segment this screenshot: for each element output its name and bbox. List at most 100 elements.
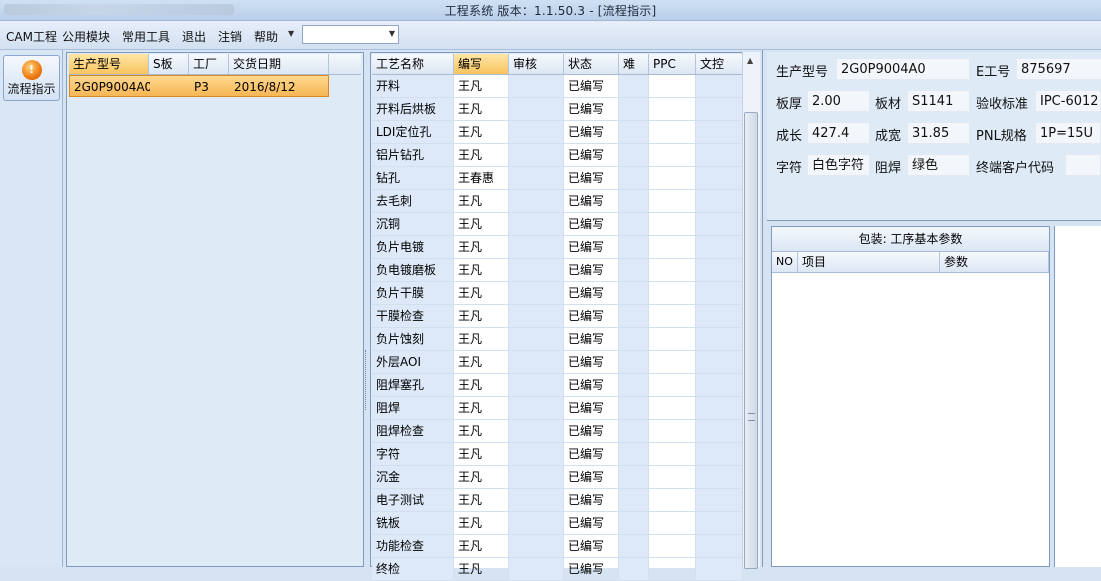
table-row[interactable]: 沉金 王凡 已编写 bbox=[372, 466, 743, 489]
table-row[interactable]: 终检 王凡 已编写 bbox=[372, 558, 743, 581]
scroll-up-icon[interactable]: ▲ bbox=[747, 56, 753, 65]
label-width: 成宽 bbox=[875, 129, 902, 144]
table-row[interactable]: 负电镀磨板 王凡 已编写 bbox=[372, 259, 743, 282]
chevron-down-icon[interactable]: ▼ bbox=[389, 29, 395, 38]
col-doc-control[interactable]: 文控 bbox=[696, 54, 743, 74]
table-row[interactable]: LDI定位孔 王凡 已编写 bbox=[372, 121, 743, 144]
process-scrollbar[interactable]: ▲ bbox=[742, 52, 760, 569]
field-length[interactable]: 427.4 bbox=[807, 122, 870, 144]
field-character[interactable]: 白色字符 bbox=[807, 154, 870, 176]
table-row[interactable]: 阻焊检查 王凡 已编写 bbox=[372, 420, 743, 443]
cell-doc-control bbox=[696, 328, 743, 350]
table-row[interactable]: 电子测试 王凡 已编写 bbox=[372, 489, 743, 512]
table-row[interactable]: 开料后烘板 王凡 已编写 bbox=[372, 98, 743, 121]
table-row[interactable]: 功能检查 王凡 已编写 bbox=[372, 535, 743, 558]
cell-doc-control bbox=[696, 213, 743, 235]
cell-status: 已编写 bbox=[564, 328, 619, 350]
cell-ppc bbox=[649, 167, 696, 189]
field-standard[interactable]: IPC-6012 bbox=[1035, 90, 1101, 112]
col-status[interactable]: 状态 bbox=[564, 54, 619, 74]
field-thickness[interactable]: 2.00 bbox=[807, 90, 870, 112]
orders-panel: 生产型号 S板 工厂 交货日期 2G0P9004A0 P3 2016/8/12 bbox=[66, 52, 364, 567]
toolbar-combo[interactable]: ▼ bbox=[302, 25, 399, 44]
flow-indicator-button[interactable]: ! 流程指示 bbox=[3, 55, 60, 101]
label-solder-mask: 阻焊 bbox=[875, 161, 902, 176]
cell-reviewer bbox=[509, 144, 564, 166]
table-row[interactable]: 开料 王凡 已编写 bbox=[372, 75, 743, 98]
cell-process-name: 阻焊塞孔 bbox=[372, 374, 454, 396]
field-customer-code[interactable] bbox=[1065, 154, 1101, 176]
table-row[interactable]: 沉铜 王凡 已编写 bbox=[372, 213, 743, 236]
col-delivery-date[interactable]: 交货日期 bbox=[229, 54, 329, 74]
cell-doc-control bbox=[696, 190, 743, 212]
cell-process-name: 钻孔 bbox=[372, 167, 454, 189]
cell-reviewer bbox=[509, 374, 564, 396]
menu-help[interactable]: 帮助 bbox=[254, 28, 278, 45]
menu-cam[interactable]: CAM工程 bbox=[6, 28, 57, 45]
cell-status: 已编写 bbox=[564, 144, 619, 166]
table-row[interactable]: 铣板 王凡 已编写 bbox=[372, 512, 743, 535]
info-panel: 生产型号 2G0P9004A0 E工号 875697 板厚 2.00 板材 S1… bbox=[767, 52, 1101, 220]
cell-status: 已编写 bbox=[564, 190, 619, 212]
field-material[interactable]: S1141 bbox=[907, 90, 970, 112]
menu-common-modules[interactable]: 公用模块 bbox=[62, 28, 110, 45]
cell-process-name: 外层AOI bbox=[372, 351, 454, 373]
table-row[interactable]: 阻焊 王凡 已编写 bbox=[372, 397, 743, 420]
flow-indicator-label: 流程指示 bbox=[7, 82, 56, 96]
field-solder-mask[interactable]: 绿色 bbox=[907, 154, 970, 176]
col-model[interactable]: 生产型号 bbox=[69, 54, 149, 74]
col-item[interactable]: 项目 bbox=[798, 252, 940, 272]
menu-tools[interactable]: 常用工具 bbox=[122, 28, 170, 45]
splitter-grip[interactable] bbox=[365, 350, 369, 410]
cell-status: 已编写 bbox=[564, 535, 619, 557]
cell-doc-control bbox=[696, 558, 743, 580]
table-row[interactable]: 铝片钻孔 王凡 已编写 bbox=[372, 144, 743, 167]
cell-ppc bbox=[649, 420, 696, 442]
col-ppc[interactable]: PPC bbox=[649, 54, 696, 74]
help-dropdown-icon[interactable]: ▼ bbox=[288, 29, 294, 38]
col-param[interactable]: 参数 bbox=[940, 252, 1049, 272]
cell-status: 已编写 bbox=[564, 443, 619, 465]
order-s-board bbox=[150, 76, 190, 98]
table-row[interactable]: 负片蚀刻 王凡 已编写 bbox=[372, 328, 743, 351]
field-width[interactable]: 31.85 bbox=[907, 122, 970, 144]
cell-status: 已编写 bbox=[564, 374, 619, 396]
field-pnl[interactable]: 1P=15U bbox=[1035, 122, 1101, 144]
table-row[interactable]: 阻焊塞孔 王凡 已编写 bbox=[372, 374, 743, 397]
cell-author: 王凡 bbox=[454, 98, 509, 120]
table-row[interactable]: 字符 王凡 已编写 bbox=[372, 443, 743, 466]
cell-difficulty bbox=[619, 259, 649, 281]
order-row[interactable]: 2G0P9004A0 P3 2016/8/12 bbox=[69, 75, 329, 97]
cell-difficulty bbox=[619, 420, 649, 442]
table-row[interactable]: 外层AOI 王凡 已编写 bbox=[372, 351, 743, 374]
cell-process-name: 铣板 bbox=[372, 512, 454, 534]
cell-author: 王凡 bbox=[454, 328, 509, 350]
cell-difficulty bbox=[619, 466, 649, 488]
field-model[interactable]: 2G0P9004A0 bbox=[836, 58, 970, 80]
col-no[interactable]: NO bbox=[772, 252, 798, 272]
cell-ppc bbox=[649, 351, 696, 373]
table-row[interactable]: 干膜检查 王凡 已编写 bbox=[372, 305, 743, 328]
cell-process-name: 开料后烘板 bbox=[372, 98, 454, 120]
scroll-thumb[interactable] bbox=[744, 112, 758, 569]
table-row[interactable]: 负片电镀 王凡 已编写 bbox=[372, 236, 743, 259]
cell-doc-control bbox=[696, 167, 743, 189]
field-e-number[interactable]: 875697 bbox=[1016, 58, 1101, 80]
menu-logout[interactable]: 注销 bbox=[218, 28, 242, 45]
col-process-name[interactable]: 工艺名称 bbox=[372, 54, 454, 74]
col-difficulty[interactable]: 难 bbox=[619, 54, 649, 74]
col-s-board[interactable]: S板 bbox=[149, 54, 189, 74]
cell-reviewer bbox=[509, 420, 564, 442]
cell-reviewer bbox=[509, 190, 564, 212]
table-row[interactable]: 负片干膜 王凡 已编写 bbox=[372, 282, 743, 305]
col-author[interactable]: 编写 bbox=[454, 54, 509, 74]
packing-title: 包装: 工序基本参数 bbox=[772, 227, 1049, 252]
menu-exit[interactable]: 退出 bbox=[182, 28, 206, 45]
cell-doc-control bbox=[696, 282, 743, 304]
table-row[interactable]: 钻孔 王春惠 已编写 bbox=[372, 167, 743, 190]
table-row[interactable]: 去毛刺 王凡 已编写 bbox=[372, 190, 743, 213]
cell-doc-control bbox=[696, 144, 743, 166]
cell-doc-control bbox=[696, 75, 743, 97]
col-review[interactable]: 审核 bbox=[509, 54, 564, 74]
col-factory[interactable]: 工厂 bbox=[189, 54, 229, 74]
